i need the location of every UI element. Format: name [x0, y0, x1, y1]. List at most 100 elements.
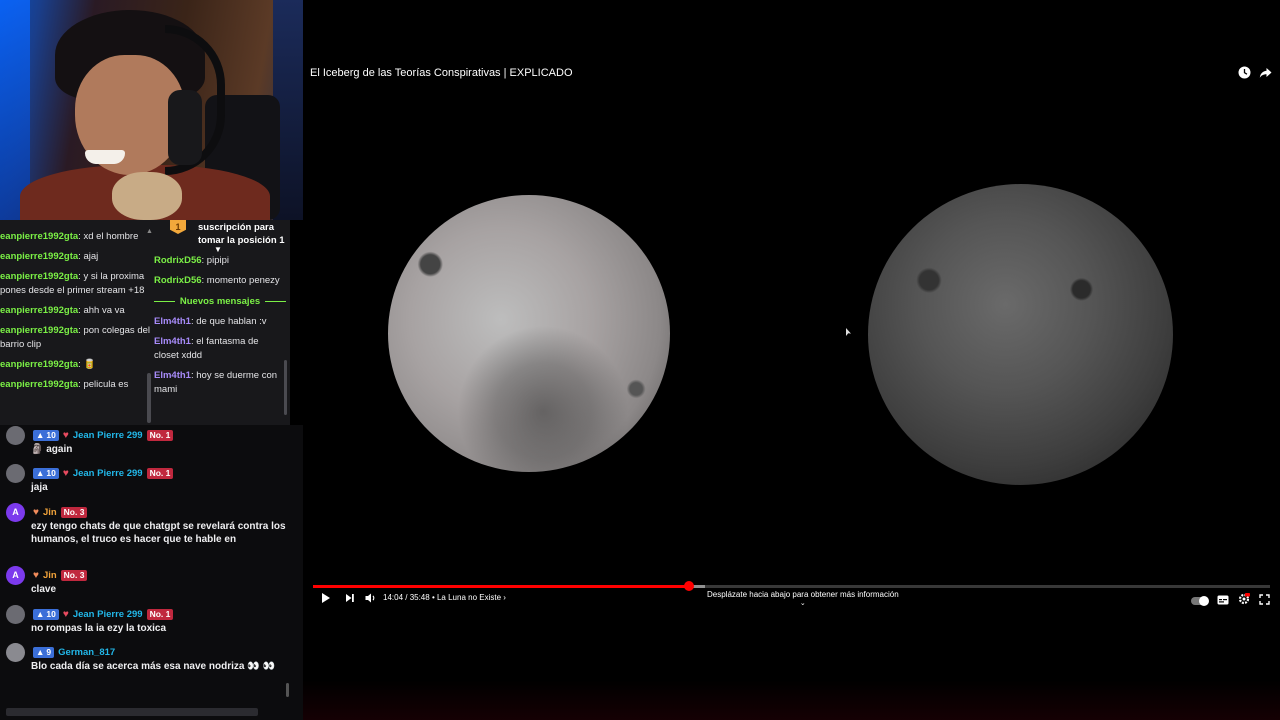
- chat-username[interactable]: Elm4th1: [154, 316, 191, 327]
- chat-username[interactable]: Jin: [43, 570, 57, 581]
- subscriber-heart-icon: ♥: [62, 467, 69, 479]
- chat-message: RodrixD56: pipipi: [154, 254, 286, 274]
- twitch-messages-after: Elm4th1: de que hablan :v Elm4th1: el fan…: [154, 315, 286, 403]
- play-button[interactable]: [320, 591, 332, 605]
- scrubber-handle[interactable]: [684, 581, 695, 591]
- chat-message: A ♥ Jin No. 3 clave: [6, 565, 286, 597]
- twitch-chat: eanpierre1992gta: xd el hombre eanpierre1…: [0, 220, 290, 425]
- video-player[interactable]: El Iceberg de las Teorías Conspirativas …: [303, 0, 1280, 720]
- headset-earcup: [168, 90, 202, 165]
- message-header: A ♥ Jin No. 3: [6, 565, 286, 585]
- scroll-hint[interactable]: Desplázate hacia abajo para obtener más …: [707, 590, 899, 607]
- ambient-glow: [303, 680, 1280, 720]
- chat-text: jaja: [31, 482, 48, 493]
- autoplay-toggle[interactable]: [1191, 596, 1209, 606]
- chat-text: pipipi: [206, 255, 229, 266]
- chat-text: 🥫: [83, 359, 96, 370]
- subscriber-heart-icon: ♥: [33, 506, 39, 518]
- chat-text: Blo cada día se acerca más esa nave nodr…: [31, 661, 275, 672]
- chat-message: Elm4th1: hoy se duerme con mami: [154, 369, 286, 403]
- chat-input[interactable]: [6, 708, 258, 716]
- kick-chat: ▲ 10 ♥ Jean Pierre 299 No. 1 🗿 again ▲ 10 ♥ Jean …: [0, 425, 303, 720]
- twitch-chat-scrollbar[interactable]: ▲: [146, 228, 153, 425]
- level-icon: ▲: [36, 467, 45, 478]
- chat-message: ▲ 10 ♥ Jean Pierre 299 No. 1 jaja: [6, 463, 286, 495]
- volume-icon[interactable]: [364, 591, 377, 605]
- settings-icon[interactable]: [1238, 592, 1250, 610]
- scroll-up-icon[interactable]: ▲: [146, 228, 153, 236]
- avatar[interactable]: [6, 642, 25, 662]
- level-badge: ▲ 10: [33, 608, 59, 620]
- chat-username[interactable]: eanpierre1992gta: [0, 231, 78, 242]
- chapter-link[interactable]: • La Luna no Existe ›: [432, 593, 506, 602]
- twitch-right-scrollbar[interactable]: [284, 360, 287, 415]
- level-badge: ▲ 10: [33, 467, 59, 479]
- rank-badge: No. 3: [60, 506, 88, 518]
- time-text: 14:04 / 35:48: [383, 593, 430, 602]
- chat-username[interactable]: eanpierre1992gta: [0, 305, 78, 316]
- level-value: 10: [46, 467, 56, 478]
- subscriber-heart-icon: ♥: [62, 429, 69, 441]
- chat-username[interactable]: eanpierre1992gta: [0, 325, 78, 336]
- level-value: 10: [46, 608, 56, 619]
- chat-message: eanpierre1992gta: pelicula es: [0, 378, 150, 398]
- chat-username[interactable]: eanpierre1992gta: [0, 271, 78, 282]
- moon-near-side-image: [388, 195, 670, 472]
- chat-username[interactable]: Jean Pierre 299: [73, 468, 143, 479]
- scrollbar-thumb[interactable]: [147, 373, 151, 423]
- chevron-down-icon[interactable]: ▼: [214, 246, 222, 254]
- chat-username[interactable]: Elm4th1: [154, 370, 191, 381]
- message-header: A ♥ Jin No. 3: [6, 502, 286, 522]
- video-title[interactable]: El Iceberg de las Teorías Conspirativas …: [310, 67, 573, 79]
- avatar[interactable]: [6, 425, 25, 445]
- avatar[interactable]: [6, 604, 25, 624]
- level-icon: ▲: [36, 646, 45, 657]
- chat-username[interactable]: Jean Pierre 299: [73, 430, 143, 441]
- rank-badge: No. 1: [146, 608, 174, 620]
- chat-username[interactable]: RodrixD56: [154, 255, 202, 266]
- message-header: ▲ 10 ♥ Jean Pierre 299 No. 1: [6, 463, 286, 483]
- chat-message: ▲ 10 ♥ Jean Pierre 299 No. 1 🗿 again: [6, 425, 286, 457]
- watch-later-icon[interactable]: [1238, 66, 1251, 79]
- avatar[interactable]: [6, 463, 25, 483]
- chat-username[interactable]: eanpierre1992gta: [0, 251, 78, 262]
- sub-badge: 1: [170, 220, 186, 234]
- chevron-down-icon: ⌄: [799, 600, 806, 607]
- subscriber-heart-icon: ♥: [33, 569, 39, 581]
- divider-line: [154, 300, 175, 302]
- fullscreen-icon[interactable]: [1259, 592, 1270, 610]
- chat-username[interactable]: Elm4th1: [154, 336, 191, 347]
- chat-message: eanpierre1992gta: xd el hombre: [0, 230, 150, 250]
- progress-bar[interactable]: [313, 581, 1270, 591]
- rank-badge: No. 1: [146, 467, 174, 479]
- avatar[interactable]: A: [6, 502, 25, 522]
- screen: eanpierre1992gta: xd el hombre eanpierre1…: [0, 0, 1280, 720]
- next-button[interactable]: [344, 591, 356, 605]
- video-top-actions: [1238, 66, 1272, 79]
- new-messages-divider: Nuevos mensajes: [154, 294, 287, 308]
- share-icon[interactable]: [1259, 66, 1272, 79]
- level-badge: ▲ 10: [33, 429, 59, 441]
- message-header: ▲ 10 ♥ Jean Pierre 299 No. 1: [6, 425, 286, 445]
- level-icon: ▲: [36, 608, 45, 619]
- kick-chat-scrollbar[interactable]: [286, 683, 289, 697]
- chat-text: ajaj: [83, 251, 99, 262]
- level-icon: ▲: [36, 429, 45, 440]
- chat-text: de que hablan :v: [196, 316, 267, 327]
- chat-message: eanpierre1992gta: pon colegas del barrio…: [0, 324, 150, 358]
- chat-text: momento penezy: [206, 275, 280, 286]
- chat-username[interactable]: eanpierre1992gta: [0, 359, 78, 370]
- message-header: ▲ 9 German_817: [6, 642, 286, 662]
- chat-text: no rompas la ia ezy la toxica: [31, 623, 167, 634]
- chat-username[interactable]: Jean Pierre 299: [73, 609, 143, 620]
- avatar[interactable]: A: [6, 565, 25, 585]
- chat-username[interactable]: RodrixD56: [154, 275, 202, 286]
- subscriber-heart-icon: ♥: [62, 608, 69, 620]
- chat-username[interactable]: German_817: [58, 647, 115, 658]
- rank-badge: No. 3: [60, 569, 88, 581]
- chat-username[interactable]: Jin: [43, 507, 57, 518]
- subtitles-icon[interactable]: [1217, 592, 1229, 610]
- subscription-text: suscripción para tomar la posición 1: [198, 222, 285, 246]
- webcam-feed: [0, 0, 303, 220]
- chat-username[interactable]: eanpierre1992gta: [0, 379, 78, 390]
